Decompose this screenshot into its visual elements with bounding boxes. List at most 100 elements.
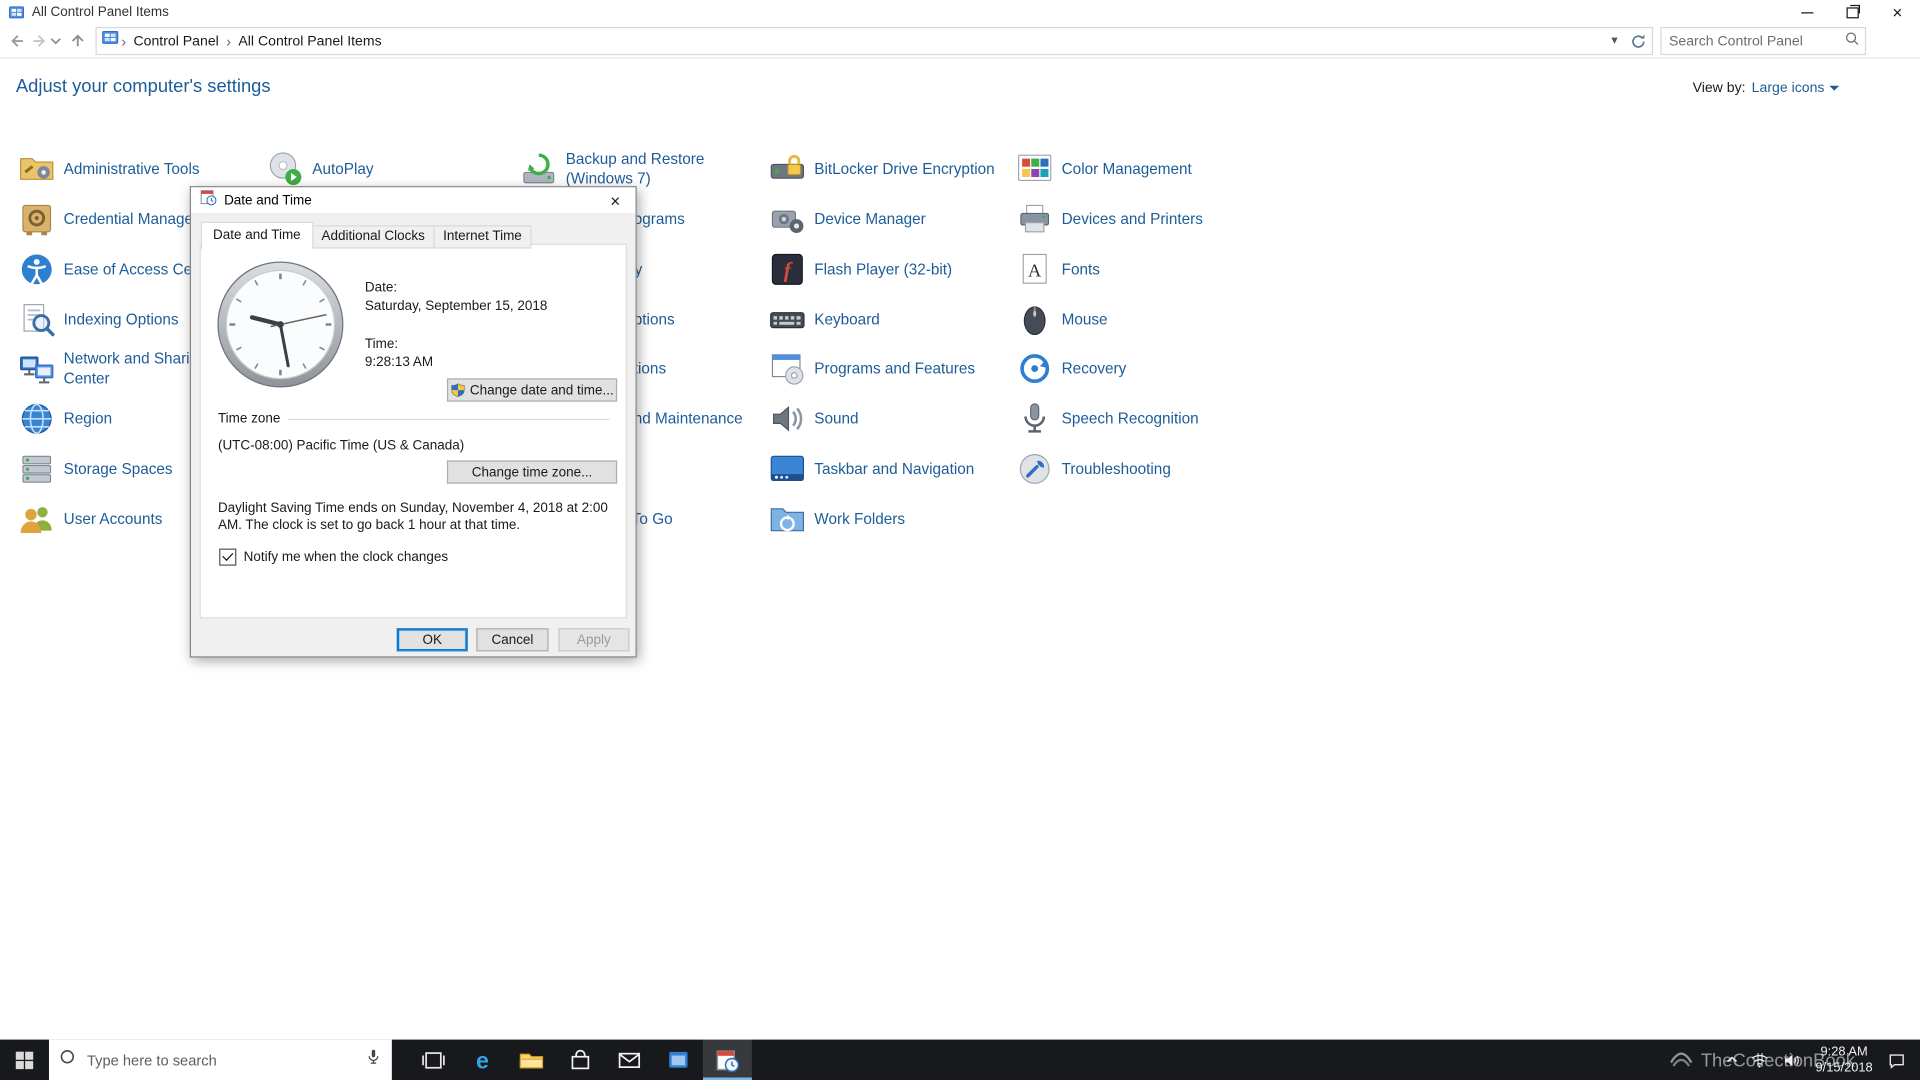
search-icon[interactable] (1844, 30, 1860, 52)
tab-internet-time[interactable]: Internet Time (433, 225, 532, 249)
volume-icon[interactable] (1778, 1040, 1805, 1080)
restore-button[interactable] (1829, 0, 1874, 24)
control-panel-item-label: Indexing Options (63, 310, 179, 328)
clock-date: 9/15/2018 (1815, 1059, 1873, 1075)
hidden-icons-chevron[interactable] (1722, 1040, 1742, 1080)
control-panel-item[interactable]: Speech Recognition (1016, 398, 1199, 440)
date-time-tab-page: Date: Saturday, September 15, 2018 Time:… (199, 243, 627, 619)
control-panel-item-label: Programs and Features (814, 360, 976, 378)
control-panel-item[interactable]: Devices and Printers (1016, 198, 1203, 240)
control-panel-item[interactable]: Taskbar and Navigation (769, 448, 974, 490)
dialog-title: Date and Time (224, 192, 312, 208)
date-time-taskbar-button[interactable] (702, 1039, 752, 1080)
close-icon (1892, 0, 1902, 24)
ease-of-access-icon (18, 251, 55, 288)
app-window-taskbar-button[interactable] (654, 1040, 703, 1080)
breadcrumb-item[interactable]: All Control Panel Items (233, 34, 386, 49)
store-taskbar-button[interactable] (556, 1040, 605, 1080)
control-panel-search[interactable] (1660, 26, 1867, 56)
control-panel-item[interactable]: Storage Spaces (18, 448, 173, 490)
svg-text:A: A (1028, 260, 1042, 280)
control-panel-item[interactable]: A Fonts (1016, 248, 1100, 290)
group-separator-line (287, 418, 610, 420)
page-title: Adjust your computer's settings (15, 75, 271, 97)
search-input[interactable] (1666, 32, 1845, 50)
mail-taskbar-button[interactable] (605, 1040, 654, 1080)
control-panel-item[interactable]: Sound (769, 398, 859, 440)
control-panel-item-label: Taskbar and Navigation (814, 460, 975, 478)
storage-spaces-icon (18, 451, 55, 488)
control-panel-breadcrumb-icon (102, 29, 119, 52)
tab-date-and-time[interactable]: Date and Time (200, 221, 313, 250)
control-panel-item[interactable]: Troubleshooting (1016, 448, 1171, 490)
control-panel-icon (9, 4, 25, 20)
control-panel-item[interactable]: Ease of Access Center (18, 248, 219, 290)
change-date-time-button[interactable]: Change date and time... (446, 378, 618, 402)
control-panel-item[interactable]: AutoPlay (267, 148, 374, 190)
network-icon[interactable] (1746, 1040, 1773, 1080)
recent-locations-chevron[interactable] (49, 26, 62, 55)
breadcrumb-separator-icon: › (121, 32, 127, 50)
indexing-options-icon (18, 301, 55, 338)
control-panel-item[interactable]: Device Manager (769, 198, 926, 240)
tab-additional-clocks[interactable]: Additional Clocks (311, 225, 435, 249)
address-dropdown-chevron[interactable]: ▾ (1604, 34, 1625, 47)
control-panel-item[interactable]: User Accounts (18, 498, 162, 540)
notify-checkbox[interactable] (219, 548, 237, 566)
control-panel-item[interactable]: Indexing Options (18, 298, 179, 340)
control-panel-item[interactable]: Region (18, 398, 112, 440)
control-panel-item-label: Keyboard (814, 310, 880, 328)
change-time-zone-button[interactable]: Change time zone... (446, 460, 618, 484)
backup-restore-icon (520, 151, 557, 188)
control-panel-item[interactable]: Backup and Restore (Windows 7) (520, 148, 717, 190)
dialog-close-button[interactable] (595, 187, 635, 213)
minimize-button[interactable] (1784, 0, 1829, 24)
control-panel-item-label: Administrative Tools (63, 160, 200, 178)
control-panel-item-label: Sound (814, 410, 859, 428)
administrative-tools-icon (18, 151, 55, 188)
breadcrumb-item[interactable]: Control Panel (129, 34, 224, 49)
close-button[interactable] (1875, 0, 1920, 24)
clock-time: 9:28 AM (1820, 1044, 1868, 1060)
taskbar-clock[interactable]: 9:28 AM 9/15/2018 (1810, 1044, 1879, 1075)
action-center-icon[interactable] (1883, 1040, 1910, 1080)
task-view-taskbar-button[interactable] (409, 1040, 458, 1080)
control-panel-item[interactable]: Credential Manager (18, 198, 198, 240)
control-panel-item[interactable]: Network and Sharing Center (18, 348, 215, 390)
device-manager-icon (769, 201, 806, 238)
work-folders-icon (769, 501, 806, 538)
taskbar-search-input[interactable] (84, 1050, 357, 1070)
control-panel-item[interactable]: Mouse (1016, 298, 1108, 340)
forward-button[interactable] (28, 26, 49, 55)
ok-button[interactable]: OK (396, 628, 468, 652)
microphone-icon[interactable] (365, 1048, 382, 1071)
task-view-icon (421, 1048, 445, 1072)
control-panel-item[interactable]: BitLocker Drive Encryption (769, 148, 995, 190)
view-by-dropdown[interactable]: Large icons (1752, 81, 1840, 96)
address-bar[interactable]: › Control Panel › All Control Panel Items ▾ (95, 26, 1654, 56)
control-panel-item[interactable]: Recovery (1016, 348, 1126, 390)
breadcrumb: › Control Panel › All Control Panel Items (119, 32, 387, 49)
control-panel-item[interactable]: Work Folders (769, 498, 905, 540)
apply-button[interactable]: Apply (558, 628, 630, 652)
file-explorer-taskbar-button[interactable] (507, 1040, 556, 1080)
time-label: Time: (364, 336, 399, 352)
up-button[interactable] (67, 26, 88, 55)
control-panel-item[interactable]: Keyboard (769, 298, 880, 340)
control-panel-item-label: Troubleshooting (1061, 460, 1171, 478)
notify-checkbox-row[interactable]: Notify me when the clock changes (219, 548, 448, 566)
control-panel-item[interactable]: f Flash Player (32-bit) (769, 248, 952, 290)
refresh-button[interactable] (1630, 32, 1647, 49)
control-panel-item[interactable]: Administrative Tools (18, 148, 200, 190)
uac-shield-icon (450, 382, 465, 398)
change-time-zone-label: Change time zone... (471, 464, 593, 480)
cancel-button[interactable]: Cancel (476, 628, 549, 652)
control-panel-item[interactable]: Color Management (1016, 148, 1192, 190)
credential-manager-icon (18, 201, 55, 238)
back-button[interactable] (7, 26, 28, 55)
color-management-icon (1016, 151, 1053, 188)
start-button[interactable] (0, 1040, 49, 1080)
taskbar-search[interactable] (48, 1039, 392, 1080)
control-panel-item[interactable]: Programs and Features (769, 348, 975, 390)
edge-taskbar-button[interactable]: e (458, 1040, 507, 1080)
